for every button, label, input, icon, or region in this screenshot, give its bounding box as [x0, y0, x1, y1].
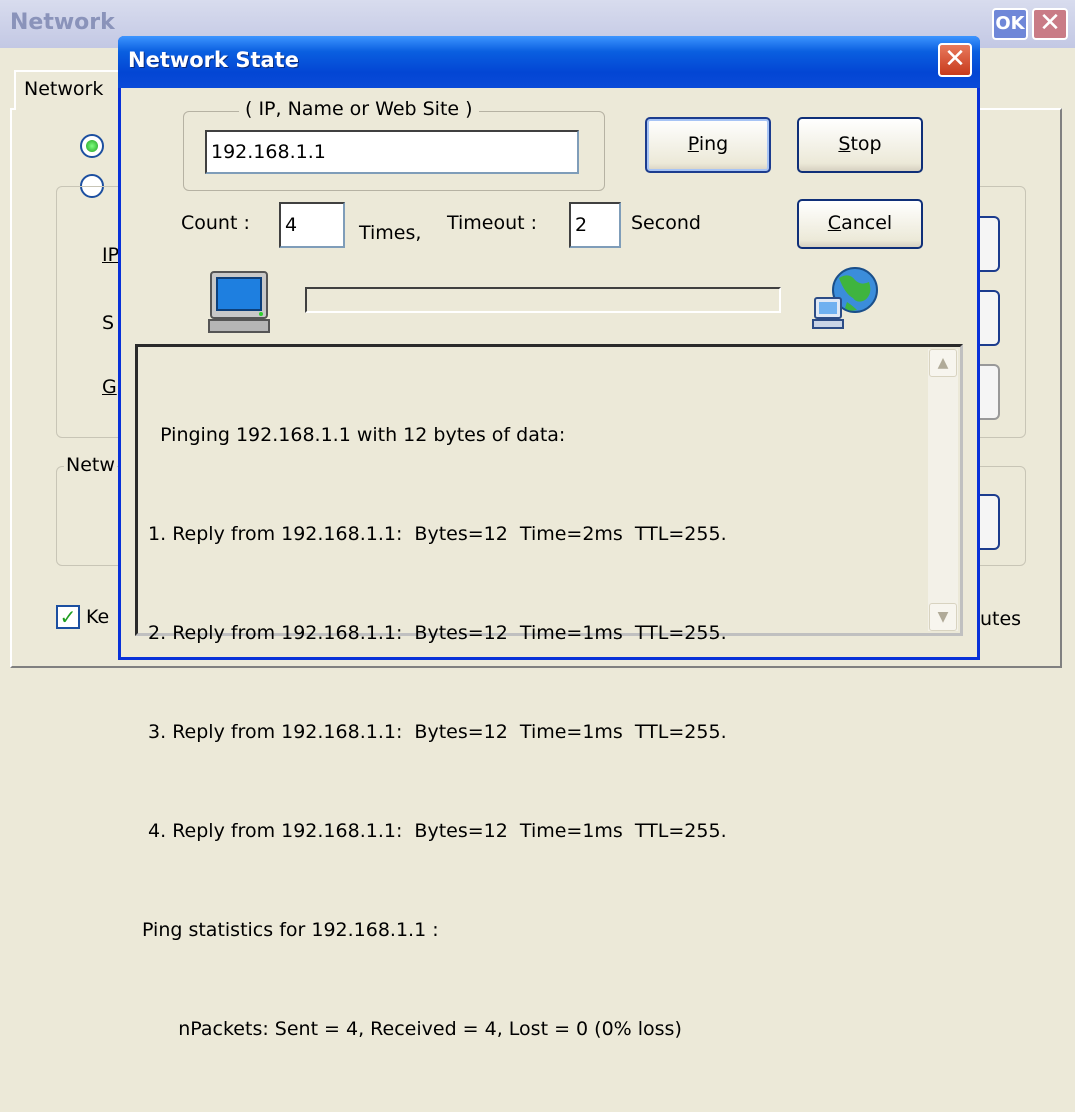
cancel-mnemonic: C: [827, 212, 842, 234]
stop-mnemonic: S: [838, 133, 851, 155]
ping-progress-bar: [305, 287, 781, 313]
scroll-up-icon[interactable]: ▲: [929, 349, 957, 377]
background-checkbox-label: Ke: [86, 606, 110, 628]
ping-log-area[interactable]: Pinging 192.168.1.1 with 12 bytes of dat…: [135, 344, 963, 1040]
times-label: Times,: [359, 222, 422, 244]
background-tab-network[interactable]: Network: [14, 70, 134, 110]
count-label: Count :: [181, 212, 250, 234]
dialog-title: Network State: [128, 48, 299, 72]
target-group-label: ( IP, Name or Web Site ): [239, 98, 479, 120]
background-checkbox[interactable]: ✓: [56, 605, 80, 629]
background-button[interactable]: [978, 216, 1000, 272]
log-line: nPackets: Sent = 4, Received = 4, Lost =…: [142, 1018, 682, 1040]
background-button[interactable]: [978, 290, 1000, 346]
background-gateway-label: G: [102, 376, 117, 398]
scroll-down-icon[interactable]: ▼: [929, 603, 957, 631]
ping-button[interactable]: Ping: [645, 117, 771, 173]
ping-label: ing: [698, 133, 729, 155]
stop-button[interactable]: Stop: [797, 117, 923, 173]
background-title: Network: [10, 10, 115, 35]
background-network-label: Netw: [64, 454, 117, 476]
background-subnet-label: S: [102, 312, 115, 334]
log-line: 2. Reply from 192.168.1.1: Bytes=12 Time…: [142, 622, 727, 644]
log-scrollbar[interactable]: ▲ ▼: [928, 349, 958, 631]
background-ip-label: IP: [102, 244, 120, 266]
dialog-close-button[interactable]: ✕: [938, 43, 972, 77]
network-state-dialog: Network State ✕ ( IP, Name or Web Site )…: [118, 36, 980, 1040]
log-line: Pinging 192.168.1.1 with 12 bytes of dat…: [142, 424, 566, 446]
second-label: Second: [631, 212, 701, 234]
log-line: 1. Reply from 192.168.1.1: Bytes=12 Time…: [142, 523, 727, 545]
dialog-titlebar[interactable]: Network State ✕: [118, 36, 980, 88]
background-ok-button[interactable]: OK: [992, 8, 1028, 40]
log-line: Ping statistics for 192.168.1.1 :: [142, 919, 439, 941]
background-button[interactable]: [978, 494, 1000, 550]
background-radio-selected[interactable]: [80, 134, 104, 158]
background-minutes-label: utes: [980, 608, 1022, 630]
log-line: 3. Reply from 192.168.1.1: Bytes=12 Time…: [142, 721, 727, 743]
computer-icon: [208, 271, 270, 333]
log-line: 4. Reply from 192.168.1.1: Bytes=12 Time…: [142, 820, 727, 842]
target-address-input[interactable]: [205, 130, 579, 174]
background-close-button[interactable]: ✕: [1032, 8, 1068, 40]
ping-log-text: Pinging 192.168.1.1 with 12 bytes of dat…: [142, 353, 918, 1112]
cancel-label: ancel: [841, 212, 893, 234]
background-button[interactable]: [978, 364, 1000, 420]
timeout-label: Timeout :: [447, 212, 538, 234]
ping-mnemonic: P: [687, 133, 699, 155]
count-input[interactable]: [279, 202, 345, 248]
network-globe-icon: [812, 267, 878, 329]
stop-label: top: [850, 133, 882, 155]
cancel-button[interactable]: Cancel: [797, 199, 923, 249]
timeout-input[interactable]: [569, 202, 621, 248]
